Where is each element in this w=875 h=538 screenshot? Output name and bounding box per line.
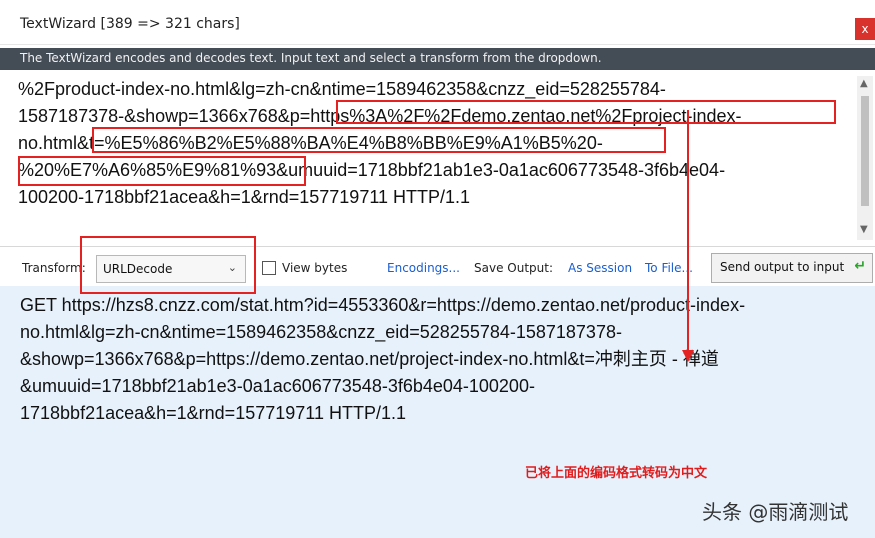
annotation-arrow xyxy=(682,110,694,362)
arrow-head xyxy=(682,350,694,362)
